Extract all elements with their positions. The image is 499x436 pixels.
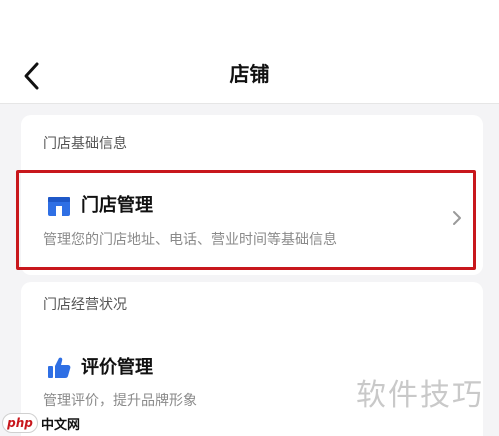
review-management-item[interactable]: 评价管理 管理评价，提升品牌形象: [21, 340, 483, 420]
site-logo: php 中文网: [2, 412, 86, 434]
review-management-title: 评价管理: [81, 357, 153, 378]
store-icon: [48, 197, 70, 216]
store-management-item[interactable]: 门店管理 管理您的门店地址、电话、营业时间等基础信息: [21, 180, 483, 265]
section-title-store-info: 门店基础信息: [43, 136, 127, 152]
store-page: 店铺 门店基础信息 门店管理 管理您的门店地址、电话、营业时间等基础信息 门店经…: [0, 0, 499, 436]
page-title: 店铺: [229, 62, 270, 86]
chevron-right-icon: [453, 211, 461, 225]
section-title-operation: 门店经营状况: [43, 297, 127, 313]
thumbs-up-icon: [48, 357, 71, 378]
store-management-description: 管理您的门店地址、电话、营业时间等基础信息: [43, 232, 337, 248]
logo-text: 中文网: [41, 417, 81, 433]
review-management-description: 管理评价，提升品牌形象: [43, 393, 197, 409]
navigation-bar: 店铺: [0, 0, 499, 104]
logo-badge: php: [2, 413, 38, 433]
store-management-title: 门店管理: [81, 195, 153, 216]
